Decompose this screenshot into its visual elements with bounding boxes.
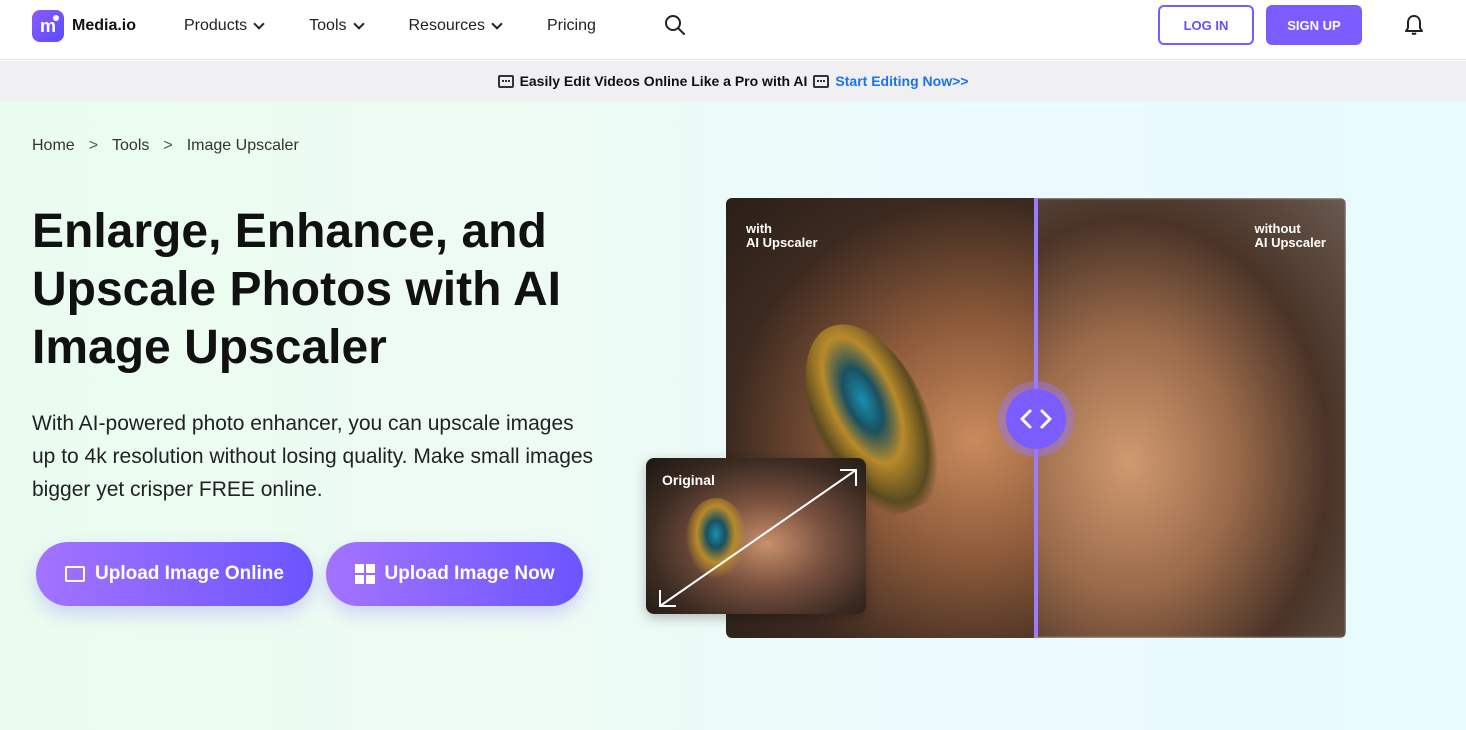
hero-section: Home > Tools > Image Upscaler Enlarge, E…	[0, 101, 1466, 730]
brand-logo[interactable]: m Media.io	[32, 10, 136, 42]
breadcrumb-separator: >	[163, 137, 173, 154]
page-title: Enlarge, Enhance, and Upscale Photos wit…	[32, 205, 561, 374]
chevron-left-right-icon	[1020, 409, 1052, 429]
nav-pricing[interactable]: Pricing	[547, 17, 596, 35]
nav-products[interactable]: Products	[184, 17, 265, 35]
nav-tools-label: Tools	[309, 17, 347, 34]
clapperboard-icon	[813, 74, 830, 88]
nav-resources[interactable]: Resources	[408, 17, 503, 35]
brand-name: Media.io	[72, 17, 137, 34]
promo-link[interactable]: Start Editing Now>>	[835, 73, 968, 89]
upload-now-label: Upload Image Now	[384, 563, 555, 584]
original-thumbnail: Original	[646, 458, 866, 614]
breadcrumb: Home > Tools > Image Upscaler	[32, 137, 299, 155]
logo-mark-icon: m	[32, 10, 64, 42]
nav-products-label: Products	[184, 17, 248, 34]
chevron-down-icon	[352, 18, 365, 30]
windows-icon	[354, 564, 375, 584]
nav-resources-label: Resources	[408, 17, 485, 34]
promo-bar: Easily Edit Videos Online Like a Pro wit…	[0, 61, 1466, 101]
nav-pricing-label: Pricing	[546, 17, 596, 34]
upload-online-label: Upload Image Online	[95, 563, 284, 584]
without-upscaler-label: without AI Upscaler	[1254, 222, 1326, 250]
with-upscaler-line2: AI Upscaler	[746, 235, 818, 250]
original-label: Original	[662, 472, 715, 488]
comparison-slider-handle[interactable]	[1006, 389, 1066, 449]
upload-image-online-button[interactable]: Upload Image Online	[36, 542, 313, 606]
hero-description: With AI-powered photo enhancer, you can …	[32, 412, 594, 501]
with-upscaler-line1: with	[746, 221, 772, 236]
promo-text: Easily Edit Videos Online Like a Pro wit…	[519, 73, 808, 89]
search-icon[interactable]	[664, 14, 686, 36]
main-nav: Products Tools Resources Pricing	[184, 0, 642, 52]
breadcrumb-separator: >	[88, 137, 99, 154]
breadcrumb-current: Image Upscaler	[186, 137, 299, 154]
blurry-photo	[1036, 198, 1346, 638]
login-button[interactable]: LOG IN	[1158, 5, 1254, 45]
breadcrumb-tools[interactable]: Tools	[112, 137, 149, 155]
without-upscaler-line1: without	[1254, 221, 1301, 236]
with-upscaler-label: with AI Upscaler	[746, 222, 818, 250]
chevron-down-icon	[253, 18, 265, 30]
breadcrumb-home[interactable]: Home	[32, 137, 75, 155]
film-strip-icon	[497, 74, 514, 88]
signup-button[interactable]: SIGN UP	[1266, 5, 1362, 45]
chevron-down-icon	[491, 18, 503, 30]
upload-image-now-button[interactable]: Upload Image Now	[326, 542, 583, 606]
bell-icon[interactable]	[1404, 14, 1424, 36]
nav-tools[interactable]: Tools	[309, 17, 365, 35]
without-upscaler-line2: AI Upscaler	[1254, 235, 1326, 250]
site-header: m Media.io Products Tools Resources Pric…	[0, 0, 1466, 60]
folder-open-icon	[65, 566, 85, 582]
